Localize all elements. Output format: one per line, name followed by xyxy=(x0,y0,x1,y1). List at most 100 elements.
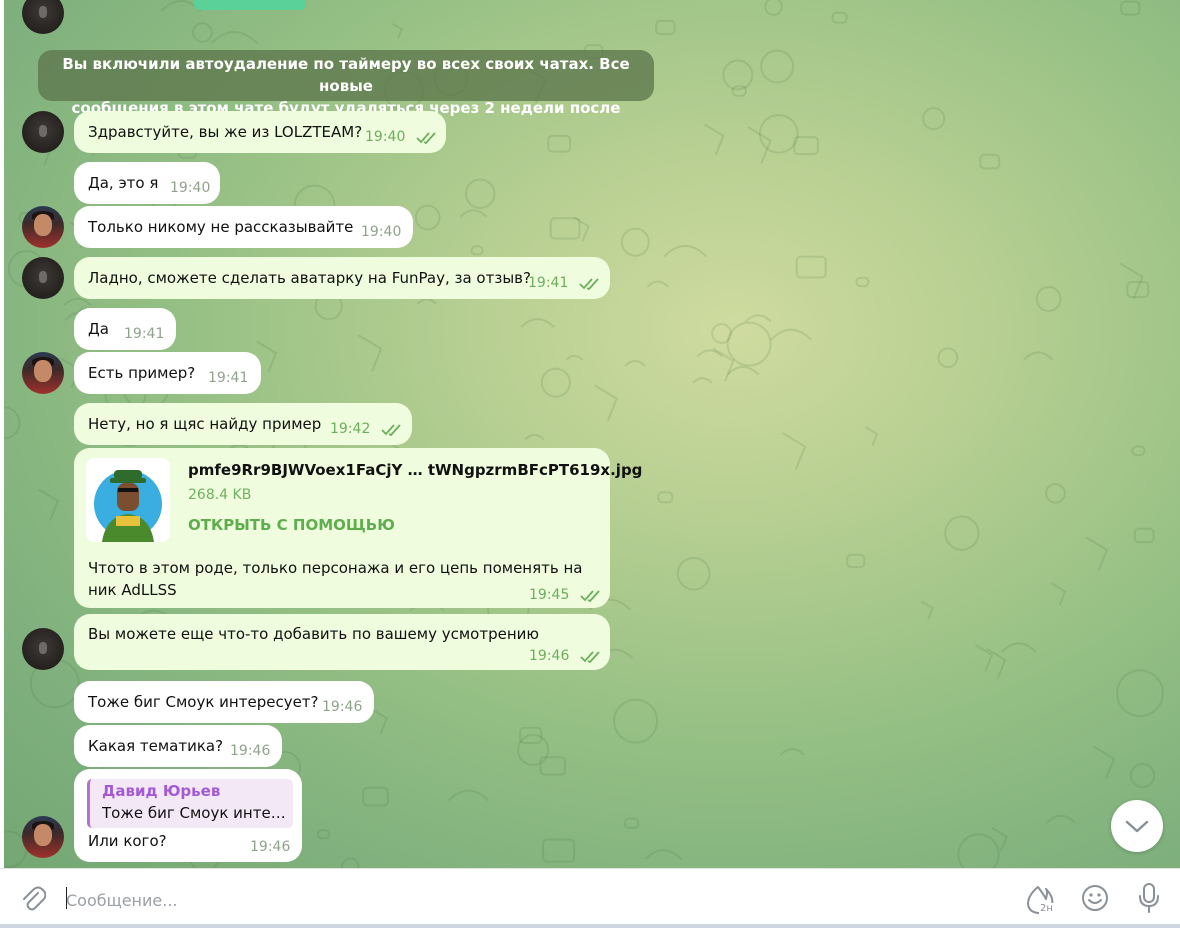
background-doodle xyxy=(782,432,807,470)
message-text: Или кого? xyxy=(88,832,167,850)
background-doodle xyxy=(392,23,403,39)
chat-background: Вы включили автоудаление по таймеру во в… xyxy=(4,0,1180,868)
avatar[interactable] xyxy=(22,816,64,858)
message-text-line-2: ник AdLLSS xyxy=(88,581,177,599)
file-name[interactable]: pmfe9Rr9BJWVoex1FaCjY … tWNgpzrmBFcPT619… xyxy=(188,461,642,479)
background-doodle xyxy=(937,347,959,369)
background-doodle xyxy=(459,209,488,218)
message-time: 19:41 xyxy=(124,326,165,342)
double-check-icon xyxy=(381,424,401,436)
message-bubble[interactable]: Вы можете еще что-то добавить по вашему … xyxy=(74,614,610,670)
background-doodle xyxy=(731,85,747,97)
background-doodle xyxy=(920,600,934,620)
file-name-ellipsis: … xyxy=(407,461,423,479)
background-doodle xyxy=(726,321,772,367)
background-doodle xyxy=(540,367,571,398)
background-doodle xyxy=(758,113,799,154)
message-bubble[interactable]: Тоже биг Смоук интересует? 19:46 xyxy=(74,681,374,723)
message-bubble[interactable]: Да 19:41 xyxy=(74,308,176,350)
chevron-down-icon xyxy=(1125,820,1149,833)
attach-icon[interactable] xyxy=(20,885,46,913)
background-doodle xyxy=(1046,814,1076,824)
message-bubble[interactable]: Есть пример? 19:41 xyxy=(74,352,261,394)
message-bubble[interactable]: Да, это я 19:40 xyxy=(74,162,220,204)
window-bottom-border xyxy=(0,924,1180,928)
background-doodle xyxy=(362,786,389,807)
message-text: Нету, но я щяс найду пример xyxy=(88,415,322,433)
background-doodle xyxy=(703,123,725,156)
reply-preview[interactable]: Давид Юрьев Тоже биг Смоук инте… xyxy=(87,779,293,828)
background-doodle xyxy=(676,556,711,591)
background-doodle xyxy=(192,22,213,43)
background-doodle xyxy=(1093,745,1116,780)
background-doodle xyxy=(657,491,674,504)
background-doodle xyxy=(793,136,819,156)
avatar[interactable] xyxy=(22,111,64,153)
timer-badge: 2н xyxy=(1039,903,1054,914)
message-text: Вы можете еще что-то добавить по вашему … xyxy=(88,625,540,643)
message-text: Только никому не рассказывайте xyxy=(88,218,354,236)
message-bubble[interactable]: Нету, но я щяс найду пример 19:42 xyxy=(74,403,412,445)
file-thumbnail[interactable] xyxy=(86,458,170,542)
message-text: Есть пример? xyxy=(88,364,196,382)
background-doodle xyxy=(549,217,581,240)
background-doodle xyxy=(470,245,484,256)
double-check-icon xyxy=(416,132,436,144)
message-text: Да xyxy=(88,320,109,338)
background-doodle xyxy=(1129,762,1156,789)
background-doodle xyxy=(414,204,441,231)
emoji-icon[interactable] xyxy=(1080,883,1110,913)
message-time: 19:46 xyxy=(529,648,570,664)
background-doodle xyxy=(620,227,650,257)
double-check-icon xyxy=(580,651,600,663)
background-doodle xyxy=(573,216,590,242)
background-doodle xyxy=(1120,0,1141,16)
text-caret xyxy=(66,887,67,909)
avatar[interactable] xyxy=(22,257,64,299)
background-doodle xyxy=(63,297,92,307)
message-text-line-1: Чтото в этом роде, только персонажа и ег… xyxy=(88,559,583,577)
file-name-start: pmfe9Rr9BJWVoex1FaCjY xyxy=(188,461,403,479)
background-doodle xyxy=(358,334,383,372)
reply-text: Тоже биг Смоук инте… xyxy=(102,804,286,822)
background-doodle xyxy=(447,789,490,802)
message-time: 19:41 xyxy=(528,275,569,291)
background-doodle xyxy=(722,59,754,91)
file-message-bubble[interactable]: pmfe9Rr9BJWVoex1FaCjY … tWNgpzrmBFcPT619… xyxy=(74,448,642,608)
avatar[interactable] xyxy=(22,628,64,670)
background-doodle xyxy=(944,515,980,551)
reply-author: Давид Юрьев xyxy=(102,782,221,800)
background-doodle xyxy=(1116,669,1164,718)
background-doodle xyxy=(974,644,994,672)
background-doodle xyxy=(922,106,946,131)
background-doodle xyxy=(210,30,258,45)
background-doodle xyxy=(370,708,388,735)
avatar[interactable] xyxy=(22,352,64,394)
microphone-icon[interactable] xyxy=(1137,882,1161,914)
sticker-preview xyxy=(194,0,306,10)
message-bubble[interactable]: Какая тематика? 19:46 xyxy=(74,725,282,767)
message-text: Ладно, сможете сделать аватарку на FunPa… xyxy=(88,269,531,287)
background-doodle xyxy=(726,365,759,376)
background-doodle xyxy=(957,833,1000,868)
message-text: Тоже биг Смоук интересует? xyxy=(88,693,319,711)
double-check-icon xyxy=(580,590,600,602)
background-doodle xyxy=(1000,642,1037,653)
background-doodle xyxy=(1131,445,1146,457)
message-text: Здравстуйте, вы же из LOLZTEAM? xyxy=(88,123,363,141)
background-doodle xyxy=(624,817,640,830)
background-doodle xyxy=(831,11,848,24)
background-doodle xyxy=(779,747,805,756)
reply-message-bubble[interactable]: Давид Юрьев Тоже биг Смоук инте… Или ког… xyxy=(74,769,302,862)
background-doodle xyxy=(613,698,659,744)
message-input[interactable] xyxy=(64,887,968,913)
message-bubble[interactable]: Только никому не рассказывайте 19:40 xyxy=(74,206,413,248)
avatar[interactable] xyxy=(22,206,64,248)
scroll-down-button[interactable] xyxy=(1111,800,1163,852)
auto-delete-timer-button[interactable]: 2н xyxy=(1024,883,1056,917)
open-with-button[interactable]: ОТКРЫТЬ С ПОМОЩЬЮ xyxy=(188,516,395,534)
message-bubble[interactable]: Ладно, сможете сделать аватарку на FunPa… xyxy=(74,257,610,299)
message-bubble[interactable]: Здравстуйте, вы же из LOLZTEAM? 19:40 xyxy=(74,111,446,153)
background-doodle xyxy=(1045,483,1066,504)
double-check-icon xyxy=(579,278,599,290)
